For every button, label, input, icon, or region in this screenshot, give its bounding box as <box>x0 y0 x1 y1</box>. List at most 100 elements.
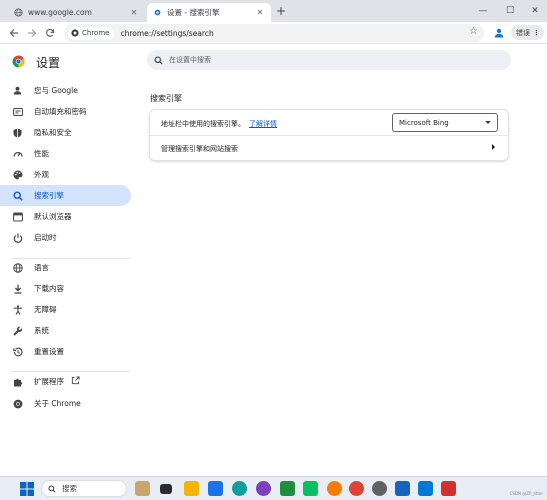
address-bar[interactable]: Chrome chrome://settings/search ☆ <box>64 24 484 42</box>
tab-title: www.google.com <box>28 8 92 17</box>
taskbar-search-placeholder: 搜索 <box>62 484 77 493</box>
search-placeholder: 在设置中搜索 <box>169 56 211 64</box>
maximize-button[interactable]: ☐ <box>497 0 523 22</box>
app-icon[interactable] <box>327 481 342 496</box>
sidebar-item-label: 语言 <box>34 263 49 272</box>
sidebar-item-label: 系统 <box>34 326 49 335</box>
sidebar-item-languages[interactable]: 语言 <box>0 257 131 278</box>
site-chip[interactable]: Chrome <box>68 26 115 40</box>
settings-gear-icon[interactable] <box>372 481 387 496</box>
bookmark-star-icon[interactable]: ☆ <box>469 26 478 37</box>
task-view-icon[interactable] <box>160 484 172 494</box>
edge-icon[interactable] <box>232 481 247 496</box>
sidebar-item-performance[interactable]: 性能 <box>0 143 131 164</box>
puzzle-icon <box>12 376 23 387</box>
manage-search-engines-label[interactable]: 管理搜索引擎和网站搜索 <box>161 144 238 154</box>
chrome-icon[interactable] <box>349 481 364 496</box>
widget-icon[interactable] <box>135 481 150 496</box>
windows-start-icon[interactable] <box>20 482 34 496</box>
chrome-icon <box>12 398 23 409</box>
tab-strip: www.google.com ✕ 设置 - 搜索引擎 ✕ + — ☐ ✕ <box>0 0 547 22</box>
sidebar-item-label: 扩展程序 <box>34 377 64 386</box>
close-tab-icon[interactable]: ✕ <box>129 8 139 17</box>
search-engine-selected: Microsoft Bing <box>399 118 449 127</box>
sidebar-item-label: 您与 Google <box>34 86 78 95</box>
sidebar-item-search-engine[interactable]: 搜索引擎 <box>0 185 131 206</box>
download-icon <box>12 283 23 294</box>
chevron-right-icon[interactable] <box>492 144 495 150</box>
minimize-button[interactable]: — <box>470 0 496 22</box>
sidebar-item-appearance[interactable]: 外观 <box>0 164 131 185</box>
sidebar-item-label: 外观 <box>34 170 49 179</box>
defender-icon[interactable] <box>395 481 410 496</box>
forward-arrow-icon <box>28 29 37 37</box>
browser-toolbar: Chrome chrome://settings/search ☆ 错误 ⋮ <box>0 22 547 44</box>
card-divider <box>150 135 508 136</box>
sidebar-item-label: 重置设置 <box>34 347 64 356</box>
sidebar-item-about-chrome[interactable]: 关于 Chrome <box>0 393 131 414</box>
app-icon[interactable] <box>418 481 433 496</box>
address-bar-engine-row: 地址栏中使用的搜索引擎。 了解详情 <box>161 119 277 129</box>
section-title: 搜索引擎 <box>150 94 182 103</box>
sidebar-item-reset[interactable]: 重置设置 <box>0 341 131 362</box>
watermark: CSDN @ZP_Jitter <box>509 491 543 496</box>
close-window-button[interactable]: ✕ <box>522 0 547 22</box>
back-button[interactable] <box>6 25 22 41</box>
app-icon[interactable] <box>256 481 271 496</box>
sidebar-item-autofill[interactable]: 自动填充和密码 <box>0 101 131 122</box>
globe-icon <box>14 8 23 17</box>
new-tab-button[interactable]: + <box>274 4 288 18</box>
app-icon[interactable] <box>280 481 295 496</box>
tab-settings[interactable]: 设置 - 搜索引擎 ✕ <box>147 3 271 22</box>
sidebar-item-label: 启动时 <box>34 233 57 242</box>
shield-icon <box>12 127 23 138</box>
sidebar-item-privacy[interactable]: 隐私和安全 <box>0 122 131 143</box>
person-icon <box>494 28 503 37</box>
sidebar-item-default-browser[interactable]: 默认浏览器 <box>0 206 131 227</box>
search-icon <box>154 55 163 65</box>
forward-button[interactable] <box>24 25 40 41</box>
back-arrow-icon <box>9 29 18 37</box>
close-tab-icon[interactable]: ✕ <box>255 8 265 17</box>
settings-search-input[interactable]: 在设置中搜索 <box>147 50 511 70</box>
sidebar-item-label: 隐私和安全 <box>34 128 72 137</box>
learn-more-link[interactable]: 了解详情 <box>249 120 277 128</box>
sidebar-item-extensions[interactable]: 扩展程序 <box>0 371 131 392</box>
power-icon <box>12 232 23 243</box>
search-icon <box>48 484 56 493</box>
sidebar-item-accessibility[interactable]: 无障碍 <box>0 299 131 320</box>
windows-taskbar: 搜索 CSDN @ZP_Jitter <box>0 476 547 500</box>
search-icon <box>12 190 23 201</box>
sidebar-item-label: 默认浏览器 <box>34 212 72 221</box>
wps-icon[interactable] <box>441 481 456 496</box>
sidebar-item-downloads[interactable]: 下载内容 <box>0 278 131 299</box>
reload-button[interactable] <box>42 25 58 41</box>
palette-icon <box>12 169 23 180</box>
wrench-icon <box>12 325 23 336</box>
search-engine-select[interactable]: Microsoft Bing <box>392 113 498 132</box>
person-icon <box>12 85 23 96</box>
sidebar-item-on-startup[interactable]: 启动时 <box>0 227 131 248</box>
app-icon[interactable] <box>208 481 223 496</box>
profile-button[interactable] <box>492 26 505 39</box>
sidebar-item-label: 无障碍 <box>34 305 57 314</box>
tab-title: 设置 - 搜索引擎 <box>167 8 220 17</box>
browser-icon <box>12 211 23 222</box>
speedometer-icon <box>12 148 23 159</box>
tab-google[interactable]: www.google.com ✕ <box>8 3 145 22</box>
sidebar-item-system[interactable]: 系统 <box>0 320 131 341</box>
file-explorer-icon[interactable] <box>184 481 199 496</box>
more-menu-icon: ⋮ <box>533 28 540 37</box>
external-link-icon <box>71 376 80 387</box>
url-text[interactable]: chrome://settings/search <box>120 29 213 38</box>
sidebar-item-you-and-google[interactable]: 您与 Google <box>0 80 131 101</box>
globe-icon <box>12 262 23 273</box>
taskbar-search-box[interactable]: 搜索 <box>41 480 127 497</box>
error-button[interactable]: 错误 ⋮ <box>511 25 544 40</box>
sidebar-item-label: 搜索引擎 <box>34 191 64 200</box>
chrome-icon <box>71 29 79 37</box>
wechat-icon[interactable] <box>303 481 318 496</box>
sidebar-item-label: 性能 <box>34 149 49 158</box>
sidebar-item-label: 下载内容 <box>34 284 64 293</box>
error-button-label: 错误 <box>516 28 530 37</box>
